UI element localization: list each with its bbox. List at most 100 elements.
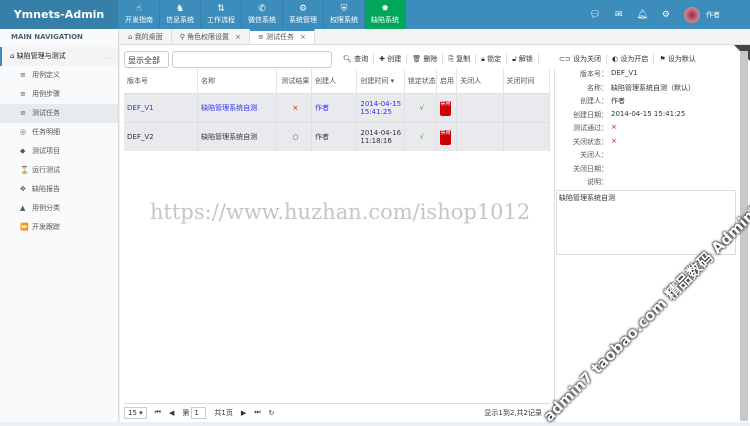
app-logo[interactable]: Ymnets-Admin xyxy=(0,0,118,29)
detail-label: 创建日期： xyxy=(573,110,608,119)
detail-value xyxy=(608,164,611,178)
cell-result: × xyxy=(276,92,313,122)
search-input[interactable] xyxy=(172,50,332,68)
topnav-wechat[interactable]: ✆ 微信系统 xyxy=(242,0,283,29)
sidebar-item-dev-tracking[interactable]: ⏩ 开发跟踪 xyxy=(0,218,118,237)
copy-button[interactable]: ⎘ 复制 xyxy=(443,54,477,64)
hand-icon: ☝ xyxy=(136,4,142,14)
sidebar-item-case-def[interactable]: ≡ 用例定义 xyxy=(0,66,118,85)
col-close-time[interactable]: 关闭时间 xyxy=(503,69,551,93)
tab-desktop[interactable]: ⌂ 我的桌面 xyxy=(120,29,172,44)
avatar[interactable] xyxy=(684,6,700,23)
sidebar-item-test-project[interactable]: ◆ 测试项目 xyxy=(0,142,118,161)
hourglass-icon: ⌛ xyxy=(20,166,29,174)
set-default-button[interactable]: ⚑ 设为默认 xyxy=(654,54,701,64)
disabled-badge[interactable]: 禁用 xyxy=(440,130,451,146)
cell-version: DEF_V2 xyxy=(124,121,199,151)
create-button[interactable]: ✚ 创建 xyxy=(374,54,408,64)
cell-enable: 禁用 xyxy=(436,92,458,122)
table-row[interactable]: DEF_V1 缺陷管理系统自测 × 作者 2014-04-15 15:41:25… xyxy=(124,92,551,122)
set-close-button[interactable]: ⊂⊃ 设为关闭 xyxy=(554,54,607,64)
sidebar-item-test-task[interactable]: ≡ 测试任务 xyxy=(0,104,118,123)
mail-icon[interactable]: ✉ xyxy=(615,10,623,20)
sidebar-item-label: 测试项目 xyxy=(32,147,60,155)
last-page-icon[interactable]: ⏭ xyxy=(254,408,260,417)
detail-label: 说明： xyxy=(587,178,608,186)
bell-icon[interactable]: 🔔︎ xyxy=(636,10,647,20)
sidebar-item-case-steps[interactable]: ≡ 用例步骤 xyxy=(0,85,118,104)
sidebar-item-case-category[interactable]: ▲ 用例分类 xyxy=(0,199,118,218)
topnav-workflow[interactable]: ⇅ 工作流程 xyxy=(201,0,242,29)
topnav-info[interactable]: ♞ 信息系统 xyxy=(160,0,201,29)
sidebar-item-defect-report[interactable]: ✥ 缺陷报告 xyxy=(0,180,118,199)
table-header: 版本号 名称 测试结果 创建人 创建时间 ▾ 锁定状态 启用 关闭人 关闭时间 xyxy=(124,69,551,93)
filter-select[interactable]: 显示全部 ▾ xyxy=(124,50,169,75)
detail-label: 创建人： xyxy=(580,97,608,105)
detail-label: 关闭日期： xyxy=(573,164,608,173)
tab-label: 我的桌面 xyxy=(134,33,163,41)
col-lock[interactable]: 锁定状态 xyxy=(404,69,438,93)
disabled-badge[interactable]: 禁用 xyxy=(440,101,451,116)
detail-value: DEF_V1 xyxy=(611,69,638,77)
page-size-select[interactable]: 15 ▾ xyxy=(124,406,147,419)
topnav-permission[interactable]: ⛨ 权限系统 xyxy=(324,0,365,29)
detail-row: 关闭日期： xyxy=(556,164,740,178)
toolbar-right: ⊂⊃ 设为关闭 ◐ 设为开启 ⚑ 设为默认 xyxy=(554,50,701,68)
col-created-time[interactable]: 创建时间 ▾ xyxy=(356,69,405,93)
cell-enable: 禁用 xyxy=(436,121,458,151)
col-result[interactable]: 测试结果 xyxy=(276,69,313,93)
delete-button[interactable]: 🗑︎ 删除 xyxy=(407,54,444,64)
topnav-label: 系统管理 xyxy=(289,16,317,24)
detail-label: 关闭状态： xyxy=(573,137,608,146)
query-button[interactable]: 🔍︎ 查询 xyxy=(338,54,375,64)
col-name[interactable]: 名称 xyxy=(197,69,277,93)
tree-icon: ▲ xyxy=(20,204,26,212)
detail-panel: 版本号： DEF_V1 名称： 缺陷管理系统自测（默认） 创建人： 作者 创建日期： 2… xyxy=(556,69,740,191)
cell-close-time xyxy=(503,92,551,122)
key-icon: ⚲ xyxy=(179,33,185,41)
cell-name: 缺陷管理系统自测 xyxy=(197,92,277,122)
col-creator[interactable]: 创建人 xyxy=(311,69,358,93)
refresh-icon[interactable]: ↻ xyxy=(269,409,275,417)
lock-button[interactable]: 🔒︎ 锁定 xyxy=(476,54,508,64)
gears-icon[interactable]: ⚙ xyxy=(662,10,670,20)
table-row[interactable]: DEF_V2 缺陷管理系统自测 ○ 作者 2014-04-16 11:18:16… xyxy=(124,121,551,151)
close-icon[interactable]: × xyxy=(235,33,241,41)
sidebar-group-defect[interactable]: ⌂ 缺陷管理与测试 ︿ xyxy=(0,47,118,66)
topnav-system[interactable]: ⚙ 系统管理 xyxy=(283,0,324,29)
col-version[interactable]: 版本号 xyxy=(124,69,199,93)
detail-row: 关闭人： xyxy=(556,150,740,164)
set-open-label: 设为开启 xyxy=(620,55,649,63)
unlock-button[interactable]: 🔓︎ 解锁 xyxy=(507,54,539,64)
detail-value xyxy=(608,150,611,164)
next-page-icon[interactable]: ▶ xyxy=(241,409,246,417)
prev-page-icon[interactable]: ◀ xyxy=(169,409,174,417)
sort-icon: ⇅ xyxy=(217,4,225,14)
tab-test-task[interactable]: ≡ 测试任务 × xyxy=(249,29,315,44)
cell-result: ○ xyxy=(276,121,313,151)
sidebar-item-run-test[interactable]: ⌛ 运行测试 xyxy=(0,161,118,180)
tab-bar: ⌂ 我的桌面 ⚲ 角色权限设置 × ≡ 测试任务 × xyxy=(120,29,750,45)
delete-label: 删除 xyxy=(423,55,438,63)
chat-icon[interactable]: 💬︎ xyxy=(590,10,601,20)
topnav-defect[interactable]: ✹ 缺陷系统 xyxy=(365,0,406,29)
task-table: 版本号 名称 测试结果 创建人 创建时间 ▾ 锁定状态 启用 关闭人 关闭时间 … xyxy=(124,69,551,151)
sidebar: MAIN NAVIGATION ⌂ 缺陷管理与测试 ︿ ≡ 用例定义 ≡ 用例步骤 ≡… xyxy=(0,29,119,422)
group-label: 缺陷管理与测试 xyxy=(16,52,66,60)
page-input[interactable]: 1 xyxy=(191,406,207,419)
col-closer[interactable]: 关闭人 xyxy=(456,69,504,93)
list-icon: ≡ xyxy=(20,90,26,98)
tab-role-permission[interactable]: ⚲ 角色权限设置 × xyxy=(172,29,250,44)
set-default-label: 设为默认 xyxy=(667,55,696,63)
sidebar-item-task-detail[interactable]: ◎ 任务明细 xyxy=(0,123,118,142)
col-enable[interactable]: 启用 xyxy=(436,69,458,93)
wechat-icon: ✆ xyxy=(258,4,266,14)
detail-label: 版本号： xyxy=(580,70,608,78)
user-name[interactable]: 作者 xyxy=(706,10,720,20)
cell-version: DEF_V1 xyxy=(124,92,199,122)
cell-close-time xyxy=(503,121,551,151)
set-open-button[interactable]: ◐ 设为开启 xyxy=(607,54,655,64)
topnav-dev-guide[interactable]: ☝ 开发指南 xyxy=(119,0,160,29)
first-page-icon[interactable]: ⏮ xyxy=(155,408,161,417)
close-icon[interactable]: × xyxy=(300,33,306,41)
